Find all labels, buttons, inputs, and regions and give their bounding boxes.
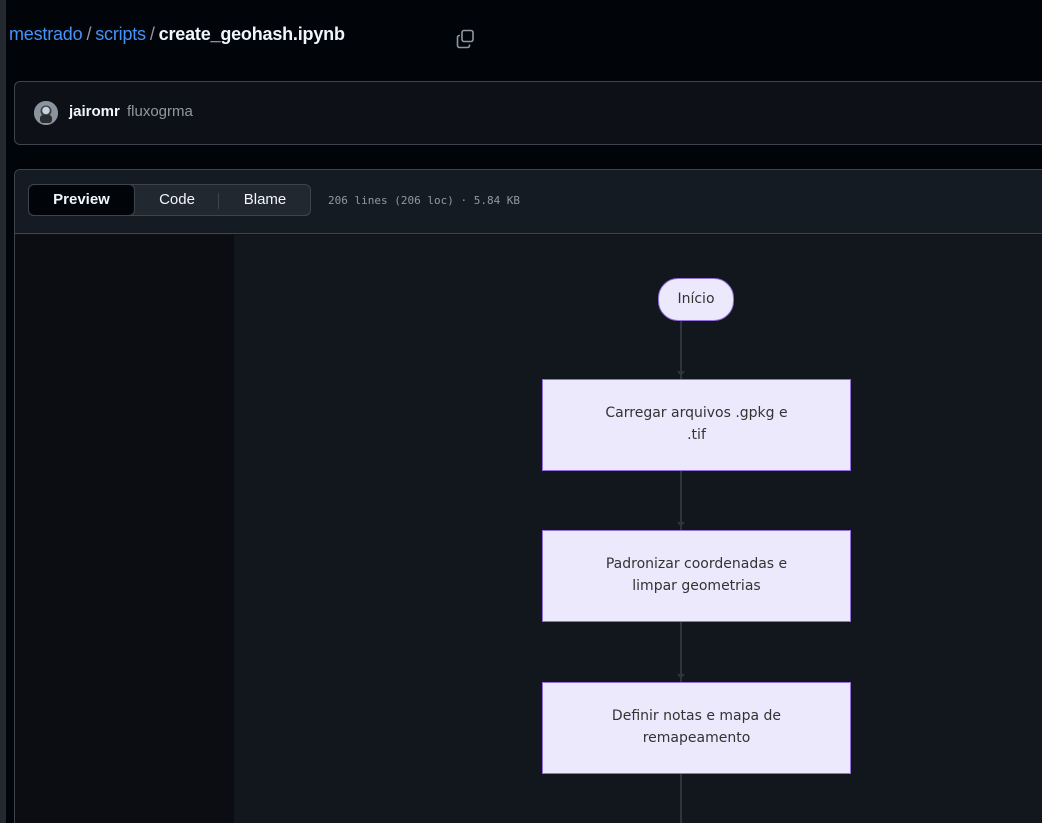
breadcrumb-file-name: create_geohash.ipynb bbox=[158, 24, 345, 44]
flow-node-label: Início bbox=[677, 290, 715, 307]
flow-node-line: Carregar arquivos .gpkg e bbox=[605, 405, 788, 422]
flow-edge bbox=[680, 622, 682, 682]
avatar[interactable] bbox=[34, 101, 58, 125]
flow-node-label: Definir notas e mapa de remapeamento bbox=[612, 706, 781, 749]
flow-node-start: Início bbox=[658, 278, 734, 321]
flow-node-line: Definir notas e mapa de bbox=[611, 708, 782, 725]
tab-preview[interactable]: Preview bbox=[28, 184, 135, 216]
flow-node-line: Padronizar coordenadas e bbox=[605, 556, 788, 573]
flow-node-step-1: Carregar arquivos .gpkg e .tif bbox=[542, 379, 851, 471]
breadcrumb-folder-link[interactable]: scripts bbox=[95, 24, 146, 44]
segment-divider bbox=[218, 193, 219, 209]
arrow-head-icon bbox=[677, 522, 685, 527]
flow-node-step-2: Padronizar coordenadas e limpar geometri… bbox=[542, 530, 851, 622]
window-left-edge bbox=[0, 0, 6, 823]
file-size-info: 206 lines (206 loc) · 5.84 KB bbox=[328, 194, 521, 207]
tab-blame[interactable]: Blame bbox=[223, 185, 307, 215]
flow-edge bbox=[680, 774, 682, 823]
flow-node-label: Padronizar coordenadas e limpar geometri… bbox=[606, 554, 787, 597]
tab-code[interactable]: Code bbox=[140, 185, 214, 215]
breadcrumb-separator: / bbox=[149, 24, 155, 44]
breadcrumb-repo-link[interactable]: mestrado bbox=[9, 24, 83, 44]
commit-author-link[interactable]: jairomr bbox=[69, 103, 120, 120]
copy-icon bbox=[456, 29, 474, 49]
latest-commit-bar: jairomr fluxogrma bbox=[14, 81, 1042, 145]
flow-node-step-3: Definir notas e mapa de remapeamento bbox=[542, 682, 851, 774]
breadcrumb-separator: / bbox=[86, 24, 92, 44]
avatar-image bbox=[34, 101, 58, 125]
view-mode-segmented-control: Preview Code Blame bbox=[28, 184, 311, 216]
copy-path-button[interactable] bbox=[455, 28, 477, 50]
flow-node-line: .tif bbox=[687, 427, 706, 443]
flow-node-line: limpar geometrias bbox=[632, 578, 761, 594]
file-viewer: Preview Code Blame 206 lines (206 loc) ·… bbox=[14, 169, 1042, 823]
commit-message-link[interactable]: fluxogrma bbox=[127, 103, 193, 120]
flow-node-label: Carregar arquivos .gpkg e .tif bbox=[605, 403, 787, 446]
breadcrumb: mestrado / scripts / create_geohash.ipynb bbox=[9, 24, 345, 45]
flow-node-line: remapeamento bbox=[642, 730, 751, 746]
notebook-gutter bbox=[15, 235, 234, 823]
file-header: Preview Code Blame 206 lines (206 loc) ·… bbox=[15, 170, 1042, 234]
arrow-head-icon bbox=[677, 674, 685, 679]
arrow-head-icon bbox=[677, 371, 685, 376]
